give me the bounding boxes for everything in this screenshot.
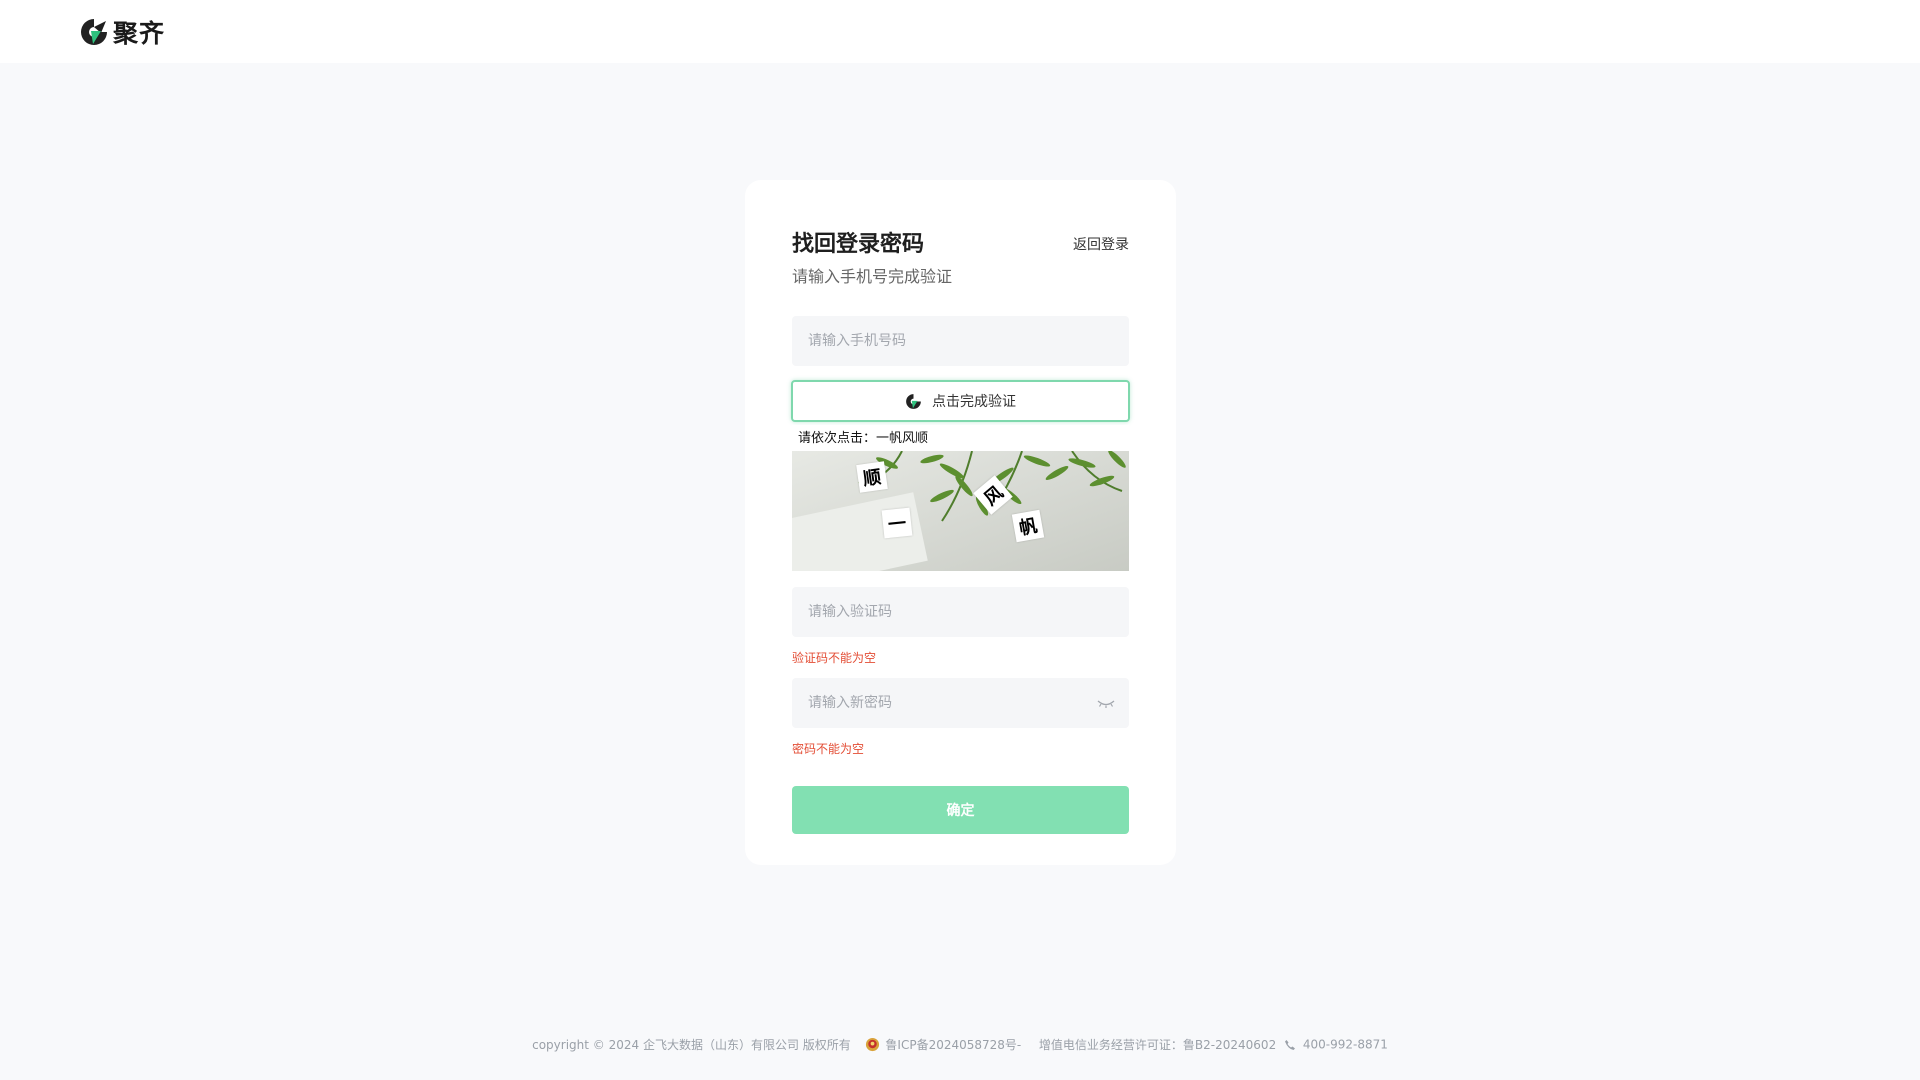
top-bar: 聚齐 (0, 0, 1920, 63)
captcha-char[interactable]: 帆 (1011, 509, 1045, 543)
new-password-field[interactable] (792, 678, 1129, 728)
captcha-image[interactable]: 顺 风 一 帆 (792, 451, 1129, 571)
captcha-panel: 请依次点击：一帆风顺 顺 风 一 帆 (792, 425, 1129, 571)
service-phone: 400-992-8871 (1302, 1037, 1388, 1052)
captcha-prompt: 请依次点击：一帆风顺 (798, 431, 929, 446)
captcha-logo-icon (906, 393, 921, 409)
captcha-char[interactable]: 一 (881, 507, 913, 539)
captcha-verify-button[interactable]: 点击完成验证 (791, 380, 1130, 422)
title-row: 找回登录密码 返回登录 (792, 226, 1129, 257)
new-password-input[interactable] (792, 678, 1129, 728)
police-badge-icon (865, 1037, 879, 1052)
juqi-logo-icon (81, 18, 107, 45)
page-title: 找回登录密码 (792, 232, 925, 257)
verification-code-input[interactable] (792, 587, 1129, 637)
page-subtitle: 请输入手机号完成验证 (792, 267, 953, 286)
phone-field[interactable] (792, 316, 1129, 366)
copyright-text: copyright © 2024 企飞大数据（山东）有限公司 版权所有 (532, 1038, 851, 1052)
password-error-message: 密码不能为空 (792, 742, 865, 756)
back-to-login-link[interactable]: 返回登录 (1073, 234, 1129, 254)
captcha-button-label: 点击完成验证 (932, 394, 1016, 410)
reset-password-card: 找回登录密码 返回登录 请输入手机号完成验证 点击完成验证 请依次点击：一帆风顺 (745, 180, 1176, 865)
phone-icon (1285, 1039, 1296, 1050)
icp-link[interactable]: 鲁ICP备2024058728号- (885, 1038, 1021, 1052)
brand[interactable]: 聚齐 (79, 14, 165, 50)
brand-name: 聚齐 (113, 18, 166, 48)
footer: copyright © 2024 企飞大数据（山东）有限公司 版权所有 鲁ICP… (0, 1036, 1920, 1053)
code-error-message: 验证码不能为空 (792, 651, 877, 665)
eye-closed-icon[interactable] (1097, 696, 1115, 710)
captcha-char[interactable]: 顺 (856, 461, 888, 493)
phone-input[interactable] (792, 316, 1129, 366)
verification-code-field[interactable] (792, 587, 1129, 637)
captcha-background-image (792, 451, 1129, 571)
license-text: 增值电信业务经营许可证：鲁B2-20240602 (1038, 1038, 1277, 1052)
confirm-button[interactable]: 确定 (792, 786, 1129, 834)
